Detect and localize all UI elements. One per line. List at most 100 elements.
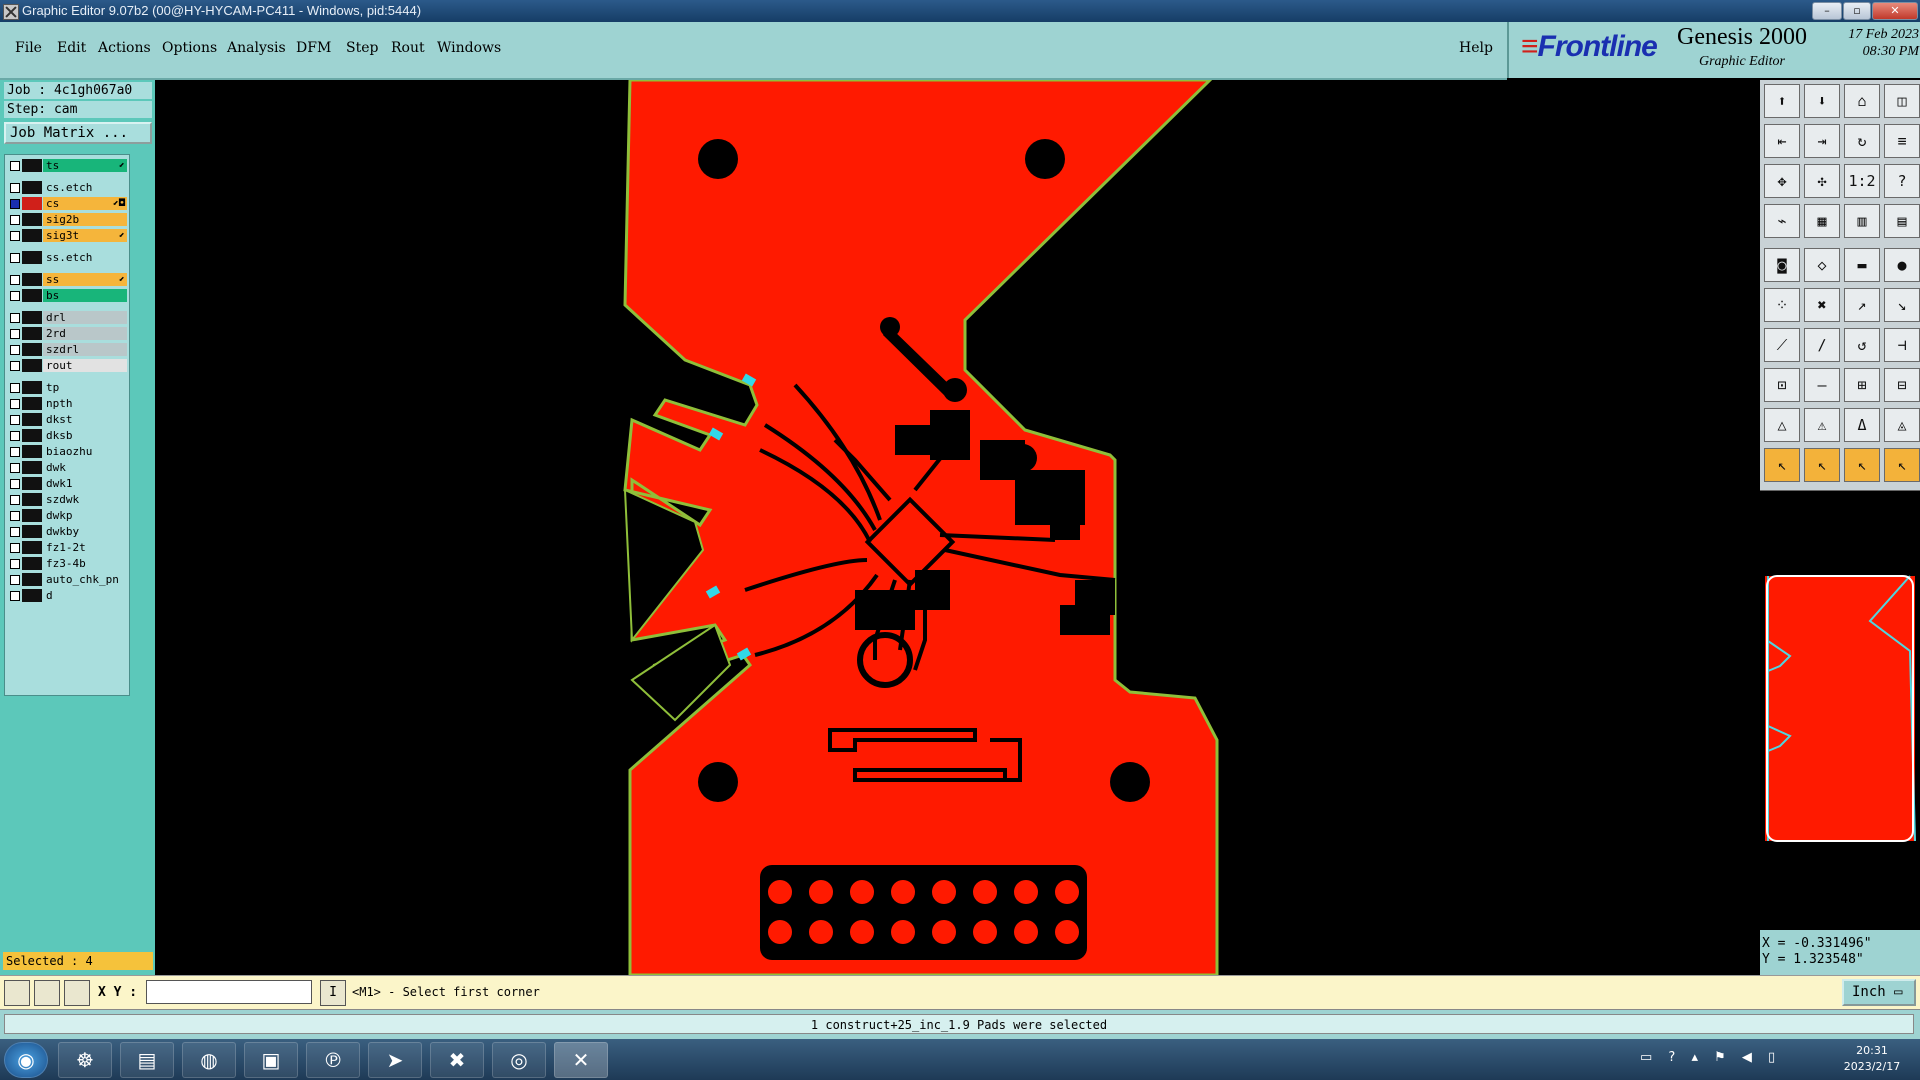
layer-checkbox[interactable] <box>10 463 20 473</box>
layer-row-sig3t[interactable]: sig3t ⬋ <box>5 228 129 243</box>
layer-checkbox[interactable] <box>10 329 20 339</box>
layer-checkbox[interactable] <box>10 183 20 193</box>
tool-4-1-icon[interactable]: ◇ <box>1804 248 1840 282</box>
tool-2-3-icon[interactable]: ? <box>1884 164 1920 198</box>
menu-actions[interactable]: Actions <box>98 40 151 56</box>
layer-row-cs.etch[interactable]: cs.etch <box>5 180 129 195</box>
taskbar-app-notepad-icon[interactable]: ▤ <box>120 1042 174 1078</box>
layer-row-ss.etch[interactable]: ss.etch <box>5 250 129 265</box>
layer-row-bs[interactable]: bs <box>5 288 129 303</box>
tool-1-2-icon[interactable]: ↻ <box>1844 124 1880 158</box>
layer-color-swatch[interactable] <box>22 311 42 324</box>
layer-color-swatch[interactable] <box>22 213 42 226</box>
tool-7-1-icon[interactable]: — <box>1804 368 1840 402</box>
layer-checkbox[interactable] <box>10 495 20 505</box>
tool-1-0-icon[interactable]: ⇤ <box>1764 124 1800 158</box>
tool-9-0-icon[interactable]: ↖ <box>1764 448 1800 482</box>
layer-color-swatch[interactable] <box>22 289 42 302</box>
layer-row-fz3-4b[interactable]: fz3-4b <box>5 556 129 571</box>
layer-checkbox[interactable] <box>10 527 20 537</box>
tool-4-2-icon[interactable]: ▬ <box>1844 248 1880 282</box>
taskbar-app-p-icon[interactable]: ℗ <box>306 1042 360 1078</box>
tool-4-0-icon[interactable]: ◙ <box>1764 248 1800 282</box>
unit-selector[interactable]: Inch ▭ <box>1842 979 1916 1006</box>
layer-row-ss[interactable]: ss ⬋ <box>5 272 129 287</box>
layer-row-rout[interactable]: rout <box>5 358 129 373</box>
measure-icon[interactable] <box>34 980 60 1006</box>
layer-color-swatch[interactable] <box>22 381 42 394</box>
tool-5-3-icon[interactable]: ↘ <box>1884 288 1920 322</box>
layer-checkbox[interactable] <box>10 447 20 457</box>
menu-help[interactable]: Help <box>1459 40 1493 56</box>
tool-3-0-icon[interactable]: ⌁ <box>1764 204 1800 238</box>
tool-0-3-icon[interactable]: ◫ <box>1884 84 1920 118</box>
system-tray-icons[interactable]: ▭ ? ▴ ⚑ ◀ ▯ <box>1640 1050 1781 1065</box>
taskbar-app-genesis-icon[interactable]: ✕ <box>554 1042 608 1078</box>
tool-3-3-icon[interactable]: ▤ <box>1884 204 1920 238</box>
layer-checkbox[interactable] <box>10 415 20 425</box>
menu-step[interactable]: Step <box>346 40 378 56</box>
layer-checkbox[interactable] <box>10 399 20 409</box>
tool-8-3-icon[interactable]: ◬ <box>1884 408 1920 442</box>
snap-icon[interactable] <box>4 980 30 1006</box>
layer-color-swatch[interactable] <box>22 509 42 522</box>
layer-checkbox[interactable] <box>10 275 20 285</box>
tool-7-3-icon[interactable]: ⊟ <box>1884 368 1920 402</box>
layer-color-swatch[interactable] <box>22 589 42 602</box>
tool-7-0-icon[interactable]: ⊡ <box>1764 368 1800 402</box>
coordinate-input[interactable] <box>146 980 312 1004</box>
tool-4-3-icon[interactable]: ● <box>1884 248 1920 282</box>
close-button[interactable]: ✕ <box>1872 2 1918 20</box>
layer-color-swatch[interactable] <box>22 229 42 242</box>
graphic-canvas[interactable] <box>155 80 1760 975</box>
layer-row-2rd[interactable]: 2rd <box>5 326 129 341</box>
layer-checkbox[interactable] <box>10 291 20 301</box>
layer-row-auto_chk_pn[interactable]: auto_chk_pn <box>5 572 129 587</box>
tool-5-0-icon[interactable]: ⁘ <box>1764 288 1800 322</box>
layer-color-swatch[interactable] <box>22 541 42 554</box>
layer-checkbox[interactable] <box>10 313 20 323</box>
layer-color-swatch[interactable] <box>22 359 42 372</box>
layer-color-swatch[interactable] <box>22 343 42 356</box>
layer-color-swatch[interactable] <box>22 557 42 570</box>
layer-row-dwkby[interactable]: dwkby <box>5 524 129 539</box>
layer-checkbox[interactable] <box>10 575 20 585</box>
layer-checkbox[interactable] <box>10 431 20 441</box>
menu-analysis[interactable]: Analysis <box>227 40 286 56</box>
grid-icon[interactable] <box>64 980 90 1006</box>
layer-row-dwk1[interactable]: dwk1 <box>5 476 129 491</box>
layer-row-szdrl[interactable]: szdrl <box>5 342 129 357</box>
layer-row-dksb[interactable]: dksb <box>5 428 129 443</box>
layer-row-sig2b[interactable]: sig2b <box>5 212 129 227</box>
layer-row-fz1-2t[interactable]: fz1-2t <box>5 540 129 555</box>
taskbar-app-eye-icon[interactable]: ◎ <box>492 1042 546 1078</box>
layer-color-swatch[interactable] <box>22 413 42 426</box>
layer-checkbox[interactable] <box>10 479 20 489</box>
cursor-mode-button[interactable]: I <box>320 980 346 1006</box>
layer-row-tp[interactable]: tp <box>5 380 129 395</box>
menu-file[interactable]: File <box>15 40 42 56</box>
tool-5-1-icon[interactable]: ✖ <box>1804 288 1840 322</box>
taskbar-app-save-icon[interactable]: ▣ <box>244 1042 298 1078</box>
tool-6-0-icon[interactable]: ⟋ <box>1764 328 1800 362</box>
layer-color-swatch[interactable] <box>22 445 42 458</box>
layer-row-ts[interactable]: ts ⬋ <box>5 158 129 173</box>
tool-9-2-icon[interactable]: ↖ <box>1844 448 1880 482</box>
layer-row-d[interactable]: d <box>5 588 129 603</box>
tool-0-0-icon[interactable]: ⬆ <box>1764 84 1800 118</box>
layer-row-cs[interactable]: cs ⬋◘ <box>5 196 129 211</box>
menu-dfm[interactable]: DFM <box>296 40 331 56</box>
taskbar-app-shell-icon[interactable]: ☸ <box>58 1042 112 1078</box>
layer-row-dkst[interactable]: dkst <box>5 412 129 427</box>
tool-3-2-icon[interactable]: ▥ <box>1844 204 1880 238</box>
layer-color-swatch[interactable] <box>22 493 42 506</box>
tool-5-2-icon[interactable]: ↗ <box>1844 288 1880 322</box>
layer-row-npth[interactable]: npth <box>5 396 129 411</box>
layer-checkbox[interactable] <box>10 559 20 569</box>
tool-3-1-icon[interactable]: ▦ <box>1804 204 1840 238</box>
layer-checkbox[interactable] <box>10 215 20 225</box>
layer-checkbox[interactable] <box>10 161 20 171</box>
layer-row-dwkp[interactable]: dwkp <box>5 508 129 523</box>
layer-color-swatch[interactable] <box>22 573 42 586</box>
overview-window[interactable] <box>1760 490 1920 931</box>
